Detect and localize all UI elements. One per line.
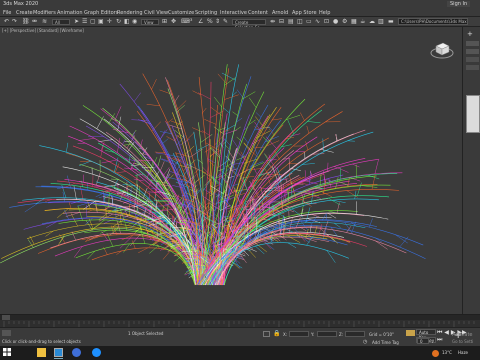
unlink-icon[interactable]: ⚮: [32, 19, 37, 25]
schematic-view-icon[interactable]: ⊡: [324, 19, 329, 25]
wireframe-plant-model: [0, 64, 426, 286]
selection-filter-dropdown[interactable]: All: [52, 19, 70, 25]
viewport-perspective[interactable]: [0, 27, 462, 314]
scale-icon[interactable]: ◧: [124, 19, 130, 25]
timeline[interactable]: [0, 314, 480, 327]
a360-gallery-icon[interactable]: ▥: [378, 19, 384, 25]
x-coordinate-field[interactable]: [289, 331, 309, 337]
panel-swatch[interactable]: [466, 95, 480, 133]
rectangular-selection-icon[interactable]: ▢: [90, 19, 96, 25]
named-selection-set-dropdown[interactable]: Create Selection Se: [232, 19, 266, 30]
weather-icon: [432, 350, 439, 357]
snap-toggle-icon[interactable]: ³: [190, 19, 192, 25]
folder-icon[interactable]: ▬: [388, 19, 394, 25]
percent-snap-icon[interactable]: %: [207, 19, 213, 25]
viewport-label[interactable]: [+] [Perspective] [Standard] [Wireframe]: [2, 28, 84, 33]
move-icon[interactable]: ✛: [107, 19, 112, 25]
status-bar: Click or click-and-drag to select object…: [0, 327, 480, 346]
current-frame-field[interactable]: 0: [417, 338, 429, 344]
set-key-icon[interactable]: [406, 330, 415, 336]
menu-civil-view[interactable]: Civil View: [144, 10, 168, 16]
angle-snap-icon[interactable]: ∠: [198, 19, 203, 25]
lock-icon[interactable]: 🔒: [273, 331, 280, 337]
time-tag-icon[interactable]: ◷: [363, 340, 369, 345]
menu-animation[interactable]: Animation: [57, 10, 83, 16]
bind-spacewarp-icon[interactable]: ≋: [42, 19, 47, 25]
maxscript-listener-button[interactable]: [2, 330, 11, 336]
watermark-line2: Go to Setti: [452, 339, 474, 344]
window-crossing-icon[interactable]: ▣: [98, 19, 104, 25]
panel-button[interactable]: [466, 57, 479, 62]
sign-in-button[interactable]: Sign In: [447, 1, 471, 7]
menu-interactive[interactable]: Interactive: [220, 10, 247, 16]
align-icon[interactable]: ⊟: [279, 19, 284, 25]
menu-create[interactable]: Create: [16, 10, 33, 16]
y-coordinate-field[interactable]: [317, 331, 337, 337]
layer-explorer-icon[interactable]: ◫: [297, 19, 303, 25]
x-label: X:: [283, 332, 288, 337]
edit-named-selection-icon[interactable]: ✎: [223, 19, 228, 25]
menu-arnold[interactable]: Arnold: [272, 10, 288, 16]
rotate-icon[interactable]: ↻: [116, 19, 121, 25]
render-production-icon[interactable]: ☕: [360, 19, 365, 25]
active-indicator: [54, 358, 63, 359]
z-label: Z:: [339, 332, 344, 337]
3ds-max-taskbar-icon[interactable]: [54, 348, 63, 357]
panel-button[interactable]: [466, 49, 479, 54]
mirror-icon[interactable]: ⇹: [270, 19, 275, 25]
menu-graph-editors[interactable]: Graph Editors: [84, 10, 118, 16]
menu-app-store[interactable]: App Store: [292, 10, 317, 16]
app-title: 3ds Max 2020: [3, 1, 39, 7]
undo-icon[interactable]: ↶: [4, 19, 9, 25]
viewcube-icon[interactable]: [430, 38, 454, 60]
app-icon[interactable]: [92, 348, 101, 357]
auto-key-button[interactable]: Auto Key: [416, 329, 436, 340]
curve-editor-icon[interactable]: ∿: [315, 19, 320, 25]
grid-readout: Grid = 0'10": [369, 332, 394, 337]
watermark-line1: Activate: [452, 332, 473, 338]
render-setup-icon[interactable]: ⚙: [342, 19, 347, 25]
select-by-name-icon[interactable]: ☰: [82, 19, 87, 25]
menu-bar: File Create Modifiers Animation Graph Ed…: [0, 9, 480, 17]
link-icon[interactable]: ⛓: [22, 19, 30, 25]
selection-count: 1 Object Selected: [128, 331, 164, 336]
project-path-box[interactable]: C:\Users\PH\Documents\3ds Max 2020: [398, 18, 468, 25]
render-in-cloud-icon[interactable]: ☁: [369, 19, 375, 25]
panel-button[interactable]: [466, 41, 479, 46]
redo-icon[interactable]: ↷: [12, 19, 17, 25]
menu-content[interactable]: Content: [248, 10, 268, 16]
menu-help[interactable]: Help: [319, 10, 330, 16]
title-bar: 3ds Max 2020 Sign In: [0, 0, 480, 9]
temperature: 13°C: [442, 350, 452, 355]
isolate-icon[interactable]: [263, 331, 270, 337]
file-explorer-icon[interactable]: [37, 348, 46, 357]
select-object-icon[interactable]: ➤: [74, 19, 79, 25]
scene-explorer-icon[interactable]: ▤: [288, 19, 294, 25]
y-label: Y:: [311, 332, 315, 337]
z-coordinate-field[interactable]: [345, 331, 365, 337]
reference-coordinate-dropdown[interactable]: View: [141, 19, 159, 25]
spinner-snap-icon[interactable]: ⇕: [215, 19, 220, 25]
material-editor-icon[interactable]: ●: [333, 19, 338, 25]
rendered-frame-window-icon[interactable]: ▦: [351, 19, 357, 25]
menu-file[interactable]: File: [3, 10, 11, 16]
browser-icon[interactable]: [72, 348, 81, 357]
status-hint: Click or click-and-drag to select object…: [2, 339, 81, 344]
menu-customize[interactable]: Customize: [168, 10, 194, 16]
add-time-tag-button[interactable]: Add Time Tag: [372, 340, 399, 345]
place-icon[interactable]: ◉: [132, 19, 137, 25]
menu-modifiers[interactable]: Modifiers: [33, 10, 56, 16]
weather-condition: Haze: [458, 350, 469, 355]
menu-rendering[interactable]: Rendering: [117, 10, 143, 16]
create-tab-icon[interactable]: +: [467, 30, 477, 38]
panel-button[interactable]: [466, 65, 479, 70]
select-manipulate-icon[interactable]: ✥: [171, 19, 176, 25]
windows-start-icon[interactable]: [3, 348, 11, 356]
pivot-icon[interactable]: ⊞: [162, 19, 167, 25]
keyboard-shortcut-icon[interactable]: ⌨: [181, 19, 190, 25]
ribbon-icon[interactable]: ▭: [306, 19, 312, 25]
menu-scripting[interactable]: Scripting: [195, 10, 217, 16]
command-panel: +: [462, 27, 480, 314]
